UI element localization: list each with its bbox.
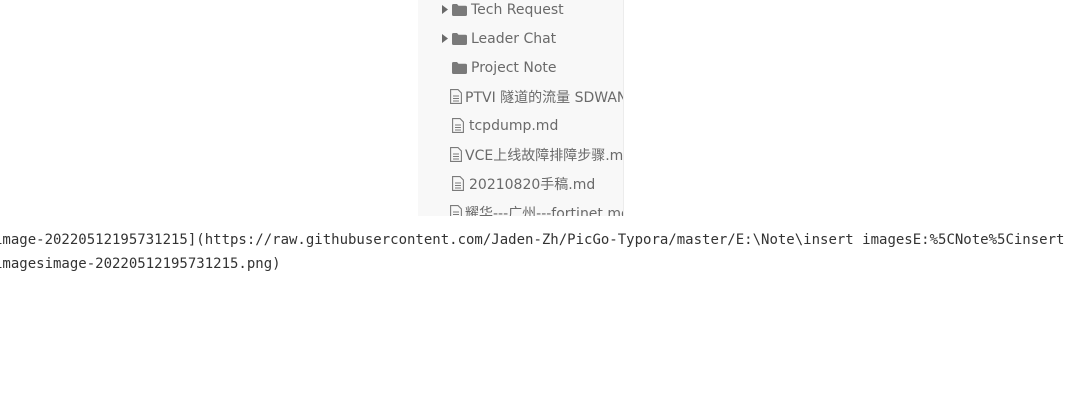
tree-item-label: 耀华---广州---fortinet.md: [465, 205, 623, 217]
tree-item-tech-request[interactable]: Tech Request: [418, 0, 623, 24]
folder-icon: [451, 31, 467, 47]
tree-item-20210820-manuscript[interactable]: 20210820手稿.md: [418, 169, 623, 198]
tree-item-label: Leader Chat: [471, 30, 557, 47]
tree-item-label: PTVI 隧道的流量 SDWAN: [465, 89, 623, 106]
file-icon: [450, 205, 462, 216]
editor-line[interactable]: image-20220512195731215](https://raw.git…: [0, 228, 1064, 252]
tree-item-label: tcpdump.md: [469, 117, 559, 134]
caret-right-icon[interactable]: [440, 5, 450, 14]
tree-item-label: 20210820手稿.md: [469, 176, 596, 193]
file-icon: [450, 176, 466, 192]
caret-right-icon[interactable]: [440, 34, 450, 43]
tree-item-label: Tech Request: [471, 1, 564, 18]
tree-item-vce-troubleshooting[interactable]: VCE上线故障排障步骤.md: [418, 140, 623, 169]
file-tree-sidebar: Tech Request Leader Chat Project Note PT…: [418, 0, 624, 216]
tree-item-yaohua-fortinet[interactable]: 耀华---广州---fortinet.md: [418, 198, 623, 216]
tree-item-label: VCE上线故障排障步骤.md: [465, 147, 623, 164]
folder-icon: [451, 2, 467, 18]
file-icon: [450, 89, 462, 105]
file-icon: [450, 147, 462, 163]
folder-icon: [451, 60, 467, 76]
tree-item-label: Project Note: [471, 59, 557, 76]
tree-item-leader-chat[interactable]: Leader Chat: [418, 24, 623, 53]
file-icon: [450, 118, 466, 134]
tree-item-ptvi-sdwan[interactable]: PTVI 隧道的流量 SDWAN: [418, 82, 623, 111]
tree-item-project-note[interactable]: Project Note: [418, 53, 623, 82]
tree-item-tcpdump[interactable]: tcpdump.md: [418, 111, 623, 140]
typora-window: Tech Request Leader Chat Project Note PT…: [0, 0, 1084, 420]
editor-line[interactable]: imagesimage-20220512195731215.png): [0, 252, 281, 276]
